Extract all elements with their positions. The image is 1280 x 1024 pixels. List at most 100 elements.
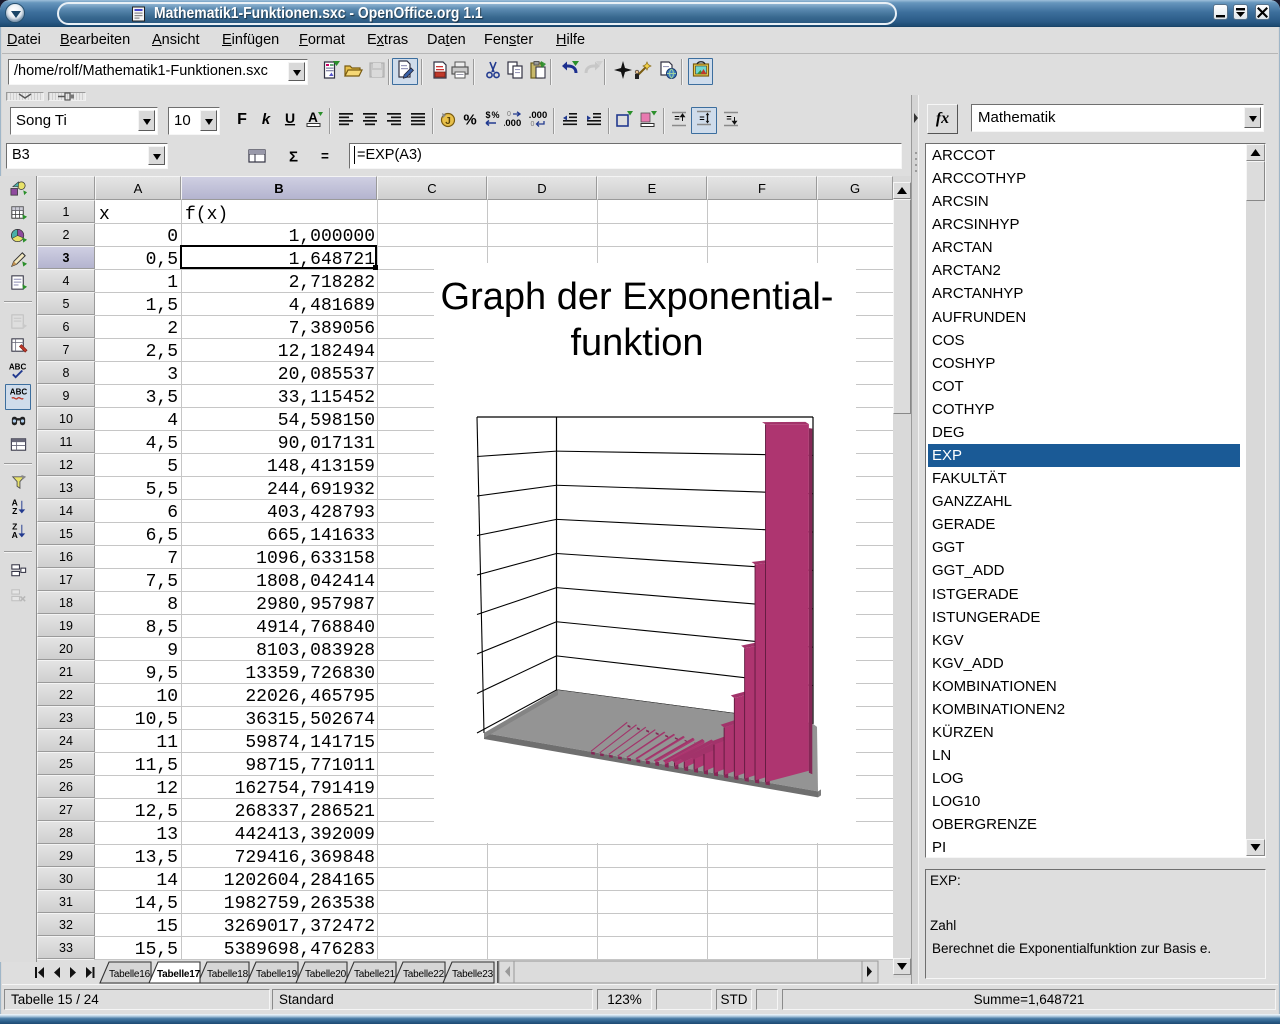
cell-B22[interactable]: 22026,465795 — [245, 687, 375, 707]
function-item-kgvadd[interactable]: KGV_ADD — [928, 652, 1240, 675]
sort-az-button[interactable]: AZ — [6, 497, 30, 521]
function-item-log[interactable]: LOG — [928, 767, 1240, 790]
cell-B17[interactable]: 1808,042414 — [256, 572, 375, 592]
cell-B19[interactable]: 4914,768840 — [256, 618, 375, 638]
sheet-tab-tabelle16[interactable]: Tabelle16 — [100, 962, 151, 983]
previous-sheet-button[interactable] — [54, 967, 60, 978]
status-empty-2[interactable] — [756, 989, 778, 1010]
cell-B24[interactable]: 59874,141715 — [245, 733, 375, 753]
cut-button[interactable] — [481, 60, 505, 84]
last-sheet-button[interactable] — [86, 967, 95, 978]
gallery-button[interactable] — [688, 58, 713, 85]
toolbar-collapse-grip[interactable] — [6, 92, 44, 101]
function-item-arccothyp[interactable]: ARCCOTHYP — [928, 167, 1240, 190]
open-button[interactable] — [341, 60, 365, 84]
cell-A2[interactable]: 0 — [167, 227, 178, 247]
menu-ansicht[interactable]: Ansicht — [152, 32, 200, 48]
sheet-tab-tabelle23[interactable]: Tabelle23 — [443, 962, 494, 983]
cell-B6[interactable]: 7,389056 — [289, 319, 375, 339]
form-button[interactable] — [6, 273, 30, 297]
function-item-arcsinhyp[interactable]: ARCSINHYP — [928, 213, 1240, 236]
cell-A20[interactable]: 9 — [167, 641, 178, 661]
category-dropdown-button[interactable] — [1244, 107, 1261, 128]
cell-B32[interactable]: 3269017,372472 — [224, 917, 375, 937]
ungroup-button[interactable] — [6, 586, 30, 610]
cell-A3[interactable]: 0,5 — [146, 250, 178, 270]
cell-A31[interactable]: 14,5 — [135, 894, 178, 914]
function-item-arctanhyp[interactable]: ARCTANHYP — [928, 282, 1240, 305]
cell-B4[interactable]: 2,718282 — [289, 273, 375, 293]
cell-A14[interactable]: 6 — [167, 503, 178, 523]
formula-input[interactable]: =EXP(A3) — [349, 143, 902, 169]
function-item-istgerade[interactable]: ISTGERADE — [928, 583, 1240, 606]
cell-A19[interactable]: 8,5 — [146, 618, 178, 638]
font-color-button[interactable]: A — [302, 109, 326, 133]
bold-button[interactable]: F — [230, 109, 254, 133]
insert-disabled-button[interactable] — [6, 312, 30, 336]
sort-za-button[interactable]: ZA — [6, 521, 30, 545]
sheet-tab-tabelle17[interactable]: Tabelle17 — [149, 962, 201, 983]
spellcheck-button[interactable]: ABC — [6, 361, 30, 385]
function-wizard-button[interactable] — [246, 145, 268, 167]
cell-A5[interactable]: 1,5 — [146, 296, 178, 316]
font-name-field[interactable]: Song Ti — [10, 107, 158, 135]
cell-B18[interactable]: 2980,957987 — [256, 595, 375, 615]
group-button[interactable] — [6, 561, 30, 585]
next-sheet-button[interactable] — [70, 967, 76, 978]
window-menu-button[interactable] — [5, 3, 25, 23]
cell-A18[interactable]: 8 — [167, 595, 178, 615]
autospellcheck-button[interactable]: ABC — [5, 384, 31, 410]
currency-button[interactable]: J — [436, 109, 460, 133]
cell-B26[interactable]: 162754,791419 — [235, 779, 375, 799]
sheet-tab-tabelle22[interactable]: Tabelle22 — [394, 962, 445, 983]
cell-A7[interactable]: 2,5 — [146, 342, 178, 362]
save-button[interactable] — [365, 60, 389, 84]
status-page-style[interactable]: Standard — [272, 989, 593, 1010]
function-item-kgv[interactable]: KGV — [928, 629, 1240, 652]
insert-object-button[interactable] — [6, 179, 30, 203]
function-item-ln[interactable]: LN — [928, 744, 1240, 767]
name-box-dropdown-button[interactable] — [148, 146, 165, 165]
function-item-coshyp[interactable]: COSHYP — [928, 352, 1240, 375]
function-button[interactable]: = — [314, 145, 336, 167]
cell-A17[interactable]: 7,5 — [146, 572, 178, 592]
standard-format-button[interactable]: $% — [480, 109, 504, 133]
cell-B29[interactable]: 729416,369848 — [235, 848, 375, 868]
increase-indent-button[interactable] — [582, 109, 606, 133]
font-name-dropdown-button[interactable] — [138, 110, 155, 131]
cell-B7[interactable]: 12,182494 — [278, 342, 375, 362]
cell-B5[interactable]: 4,481689 — [289, 296, 375, 316]
menu-format[interactable]: Format — [299, 32, 345, 48]
decrease-indent-button[interactable] — [558, 109, 582, 133]
title-bar[interactable]: Mathematik1-Funktionen.sxc - OpenOffice.… — [0, 0, 1280, 27]
cell-B21[interactable]: 13359,726830 — [245, 664, 375, 684]
url-dropdown-button[interactable] — [288, 62, 305, 81]
cell-B3[interactable]: 1,648721 — [289, 250, 375, 270]
menu-einfgen[interactable]: Einfügen — [222, 32, 279, 48]
toolbar-pin-grip[interactable] — [48, 92, 86, 101]
function-item-exp[interactable]: EXP — [928, 444, 1240, 467]
function-item-krzen[interactable]: KÜRZEN — [928, 721, 1240, 744]
function-item-arctan2[interactable]: ARCTAN2 — [928, 259, 1240, 282]
cell-A27[interactable]: 12,5 — [135, 802, 178, 822]
vertical-scroll-thumb[interactable] — [893, 199, 911, 414]
cell-A21[interactable]: 9,5 — [146, 664, 178, 684]
list-scroll-up-button[interactable] — [1246, 144, 1265, 161]
close-button[interactable] — [1255, 4, 1270, 20]
menu-datei[interactable]: Datei — [7, 32, 41, 48]
align-left-button[interactable] — [334, 109, 358, 133]
scroll-down-button[interactable] — [893, 958, 911, 975]
autofilter-button[interactable] — [6, 473, 30, 497]
copy-button[interactable] — [503, 60, 527, 84]
cell-B20[interactable]: 8103,083928 — [256, 641, 375, 661]
function-item-kombinationen[interactable]: KOMBINATIONEN — [928, 675, 1240, 698]
insert-chart-button[interactable] — [6, 226, 30, 250]
menu-fenster[interactable]: Fenster — [484, 32, 533, 48]
function-item-arctan[interactable]: ARCTAN — [928, 236, 1240, 259]
font-size-dropdown-button[interactable] — [200, 110, 217, 131]
cell-B30[interactable]: 1202604,284165 — [224, 871, 375, 891]
cell-A25[interactable]: 11,5 — [135, 756, 178, 776]
function-item-gerade[interactable]: GERADE — [928, 513, 1240, 536]
function-item-istungerade[interactable]: ISTUNGERADE — [928, 606, 1240, 629]
undo-button[interactable] — [557, 60, 581, 84]
